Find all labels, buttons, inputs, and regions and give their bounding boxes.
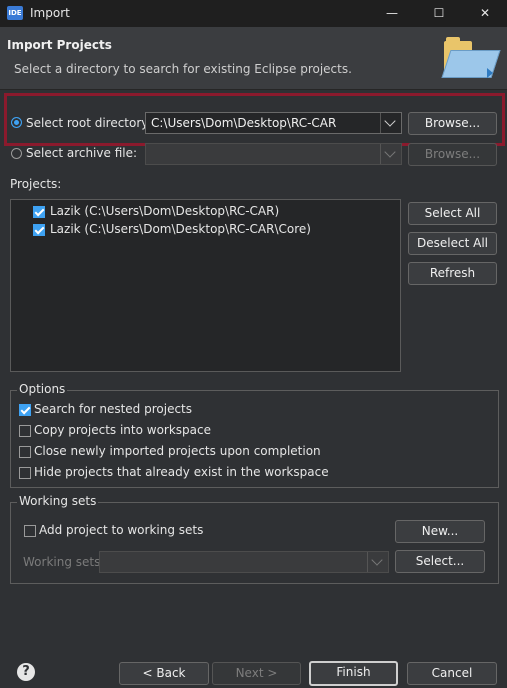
archive-file-radio[interactable] — [11, 148, 22, 159]
maximize-button[interactable]: ☐ — [416, 0, 462, 27]
root-directory-radio[interactable] — [11, 117, 22, 128]
copy-projects-label: Copy projects into workspace — [34, 423, 212, 437]
select-working-set-button[interactable]: Select... — [395, 550, 485, 573]
chevron-down-icon — [384, 146, 396, 158]
deselect-all-button[interactable]: Deselect All — [408, 232, 497, 255]
project-label: Lazik (C:\Users\Dom\Desktop\RC-CAR\Core) — [50, 222, 311, 236]
hide-projects-checkbox[interactable] — [19, 467, 31, 479]
project-label: Lazik (C:\Users\Dom\Desktop\RC-CAR) — [50, 204, 280, 218]
archive-file-combo[interactable] — [145, 143, 402, 165]
chevron-down-icon — [371, 554, 383, 566]
cancel-button[interactable]: Cancel — [407, 662, 497, 685]
new-working-set-button[interactable]: New... — [395, 520, 485, 543]
import-arrow-icon — [487, 68, 493, 78]
list-item[interactable]: Lazik (C:\Users\Dom\Desktop\RC-CAR) — [11, 203, 400, 221]
chevron-down-icon — [384, 115, 396, 127]
project-checkbox[interactable] — [33, 206, 45, 218]
window-title: Import — [30, 6, 70, 20]
list-item[interactable]: Lazik (C:\Users\Dom\Desktop\RC-CAR\Core) — [11, 221, 400, 239]
root-directory-combo[interactable]: C:\Users\Dom\Desktop\RC-CAR — [145, 112, 402, 134]
minimize-button[interactable]: — — [369, 0, 415, 27]
add-to-working-sets-label: Add project to working sets — [39, 523, 204, 537]
archive-file-label: Select archive file: — [26, 146, 138, 160]
combo-dropdown-button[interactable] — [367, 552, 388, 572]
help-icon[interactable]: ? — [17, 663, 35, 681]
select-all-button[interactable]: Select All — [408, 202, 497, 225]
finish-button[interactable]: Finish — [309, 661, 398, 686]
working-sets-combo[interactable] — [99, 551, 389, 573]
root-browse-button[interactable]: Browse... — [408, 112, 497, 135]
next-button[interactable]: Next > — [212, 662, 301, 685]
working-sets-title: Working sets — [17, 494, 99, 508]
root-directory-value: C:\Users\Dom\Desktop\RC-CAR — [151, 116, 337, 130]
copy-projects-checkbox[interactable] — [19, 425, 31, 437]
add-to-working-sets-checkbox[interactable] — [24, 525, 36, 537]
hide-projects-label: Hide projects that already exist in the … — [34, 465, 329, 479]
wizard-header — [0, 27, 507, 90]
app-icon: IDE — [7, 6, 23, 20]
back-button[interactable]: < Back — [119, 662, 209, 685]
combo-dropdown-button[interactable] — [380, 113, 401, 133]
search-nested-label: Search for nested projects — [34, 402, 193, 416]
page-description: Select a directory to search for existin… — [14, 62, 352, 76]
projects-label: Projects: — [10, 177, 62, 191]
refresh-button[interactable]: Refresh — [408, 262, 497, 285]
combo-dropdown-button[interactable] — [380, 144, 401, 164]
projects-list[interactable]: Lazik (C:\Users\Dom\Desktop\RC-CAR) Lazi… — [10, 199, 401, 372]
options-title: Options — [17, 382, 68, 396]
close-projects-checkbox[interactable] — [19, 446, 31, 458]
archive-browse-button[interactable]: Browse... — [408, 143, 497, 166]
page-title: Import Projects — [7, 38, 112, 52]
root-directory-label: Select root directory: — [26, 116, 152, 130]
project-checkbox[interactable] — [33, 224, 45, 236]
search-nested-checkbox[interactable] — [19, 404, 31, 416]
close-projects-label: Close newly imported projects upon compl… — [34, 444, 321, 458]
close-button[interactable]: ✕ — [462, 0, 507, 27]
working-sets-label: Working sets: — [23, 555, 105, 569]
